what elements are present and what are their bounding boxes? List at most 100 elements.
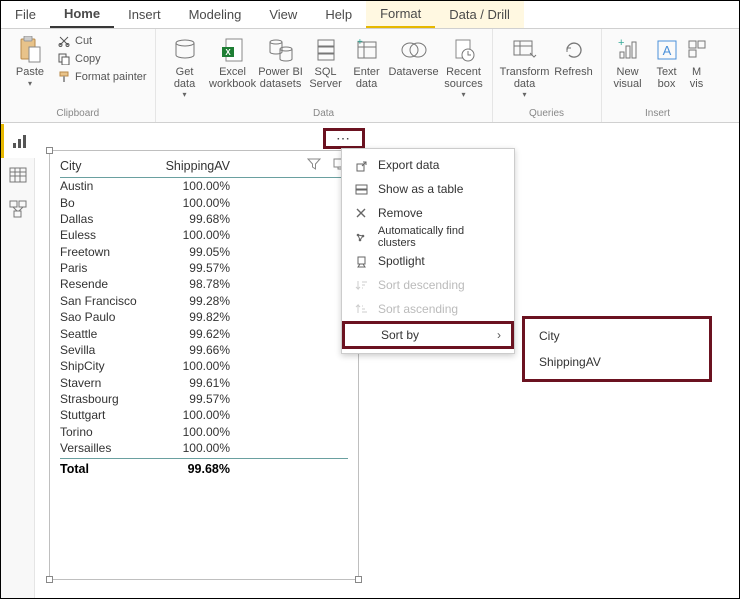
- table-row[interactable]: Versailles100.00%: [60, 440, 348, 456]
- resize-handle[interactable]: [46, 147, 53, 154]
- svg-text:X: X: [225, 48, 231, 57]
- table-row[interactable]: Paris99.57%: [60, 260, 348, 276]
- menu-datadrill[interactable]: Data / Drill: [435, 1, 524, 28]
- pbi-datasets-icon: [266, 35, 296, 65]
- transform-data-icon: [510, 35, 540, 65]
- menu-view[interactable]: View: [255, 1, 311, 28]
- copy-button[interactable]: Copy: [55, 51, 149, 67]
- menu-insert[interactable]: Insert: [114, 1, 175, 28]
- table-header: City ShippingAV: [60, 159, 348, 178]
- cell-city: Euless: [60, 228, 160, 242]
- ctx-remove[interactable]: Remove: [342, 201, 514, 225]
- cut-button[interactable]: Cut: [55, 33, 149, 49]
- header-shippingav[interactable]: ShippingAV: [160, 159, 230, 173]
- clusters-icon: [352, 231, 370, 244]
- table-row[interactable]: Resende98.78%: [60, 276, 348, 292]
- cell-city: Torino: [60, 425, 160, 439]
- cell-shippingav: 98.78%: [160, 277, 230, 291]
- model-view-button[interactable]: [1, 192, 35, 226]
- table-row[interactable]: Austin100.00%: [60, 178, 348, 194]
- report-canvas[interactable]: City ShippingAV Austin100.00%Bo100.00%Da…: [35, 124, 739, 598]
- copy-icon: [57, 52, 71, 66]
- cell-city: Stavern: [60, 376, 160, 390]
- get-data-button[interactable]: Get data ▾: [162, 31, 208, 99]
- filter-icon[interactable]: [306, 156, 322, 172]
- refresh-label: Refresh: [554, 67, 593, 79]
- dataverse-button[interactable]: Dataverse: [388, 31, 440, 79]
- excel-label: Excel workbook: [209, 67, 256, 90]
- table-row[interactable]: Dallas99.68%: [60, 211, 348, 227]
- sql-server-button[interactable]: SQL Server: [306, 31, 346, 90]
- table-row[interactable]: Freetown99.05%: [60, 244, 348, 260]
- header-city[interactable]: City: [60, 159, 160, 173]
- menu-help[interactable]: Help: [311, 1, 366, 28]
- ctx-show-table[interactable]: Show as a table: [342, 177, 514, 201]
- enter-data-button[interactable]: + Enter data: [348, 31, 386, 90]
- ctx-clusters[interactable]: Automatically find clusters: [342, 225, 514, 249]
- table-row[interactable]: Torino100.00%: [60, 424, 348, 440]
- sortby-city[interactable]: City: [525, 323, 709, 349]
- remove-icon: [352, 207, 370, 219]
- table-row[interactable]: San Francisco99.28%: [60, 293, 348, 309]
- ctx-sort-desc: Sort descending: [342, 273, 514, 297]
- table-row[interactable]: Stuttgart100.00%: [60, 407, 348, 423]
- queries-group-label: Queries: [499, 106, 595, 122]
- cell-shippingav: 100.00%: [160, 179, 230, 193]
- export-icon: [352, 159, 370, 172]
- menu-format[interactable]: Format: [366, 1, 435, 28]
- resize-handle[interactable]: [355, 576, 362, 583]
- format-painter-button[interactable]: Format painter: [55, 69, 149, 85]
- cell-city: Freetown: [60, 245, 160, 259]
- refresh-button[interactable]: Refresh: [553, 31, 595, 79]
- table-row[interactable]: Sao Paulo99.82%: [60, 309, 348, 325]
- menu-modeling[interactable]: Modeling: [175, 1, 256, 28]
- ctx-spotlight[interactable]: Spotlight: [342, 249, 514, 273]
- excel-workbook-button[interactable]: X Excel workbook: [210, 31, 256, 90]
- table-row[interactable]: Stavern99.61%: [60, 375, 348, 391]
- ctx-sortby-label: Sort by: [381, 328, 419, 342]
- ctx-sort-by[interactable]: Sort by ›: [342, 321, 514, 349]
- menu-file[interactable]: File: [1, 1, 50, 28]
- table-row[interactable]: ShipCity100.00%: [60, 358, 348, 374]
- cell-city: Austin: [60, 179, 160, 193]
- cell-city: Resende: [60, 277, 160, 291]
- more-options-button[interactable]: ⋯: [323, 128, 365, 149]
- svg-text:+: +: [357, 38, 363, 48]
- new-visual-button[interactable]: + New visual: [608, 31, 648, 90]
- table-row[interactable]: Bo100.00%: [60, 194, 348, 210]
- table-row[interactable]: Seattle99.62%: [60, 325, 348, 341]
- ctx-export-data[interactable]: Export data: [342, 153, 514, 177]
- transform-data-button[interactable]: Transform data ▾: [499, 31, 551, 99]
- format-painter-icon: [57, 70, 71, 84]
- cell-city: Paris: [60, 261, 160, 275]
- resize-handle[interactable]: [46, 576, 53, 583]
- menu-home[interactable]: Home: [50, 1, 114, 28]
- ctx-sortdesc-label: Sort descending: [378, 278, 465, 292]
- enter-label: Enter data: [353, 67, 379, 90]
- text-box-button[interactable]: A Text box: [650, 31, 684, 90]
- table-visual[interactable]: City ShippingAV Austin100.00%Bo100.00%Da…: [49, 150, 359, 580]
- paste-button[interactable]: Paste ▾: [7, 31, 53, 88]
- sortby-shippingav[interactable]: ShippingAV: [525, 349, 709, 375]
- cell-city: Strasbourg: [60, 392, 160, 406]
- clipboard-group-label: Clipboard: [7, 106, 149, 122]
- ribbon-group-queries: Transform data ▾ Refresh Queries: [493, 29, 602, 122]
- data-view-button[interactable]: [1, 158, 35, 192]
- format-painter-label: Format painter: [75, 71, 147, 83]
- table-row[interactable]: Sevilla99.66%: [60, 342, 348, 358]
- cell-city: Bo: [60, 196, 160, 210]
- text-box-icon: A: [652, 35, 682, 65]
- pbi-datasets-button[interactable]: Power BI datasets: [258, 31, 304, 90]
- table-row[interactable]: Strasbourg99.57%: [60, 391, 348, 407]
- more-visuals-button[interactable]: M vis: [686, 31, 708, 90]
- ctx-remove-label: Remove: [378, 206, 423, 220]
- sort-asc-icon: [352, 303, 370, 315]
- cell-shippingav: 100.00%: [160, 425, 230, 439]
- copy-label: Copy: [75, 53, 101, 65]
- report-view-button[interactable]: [1, 124, 35, 158]
- menu-bar: File Home Insert Modeling View Help Form…: [1, 1, 739, 29]
- table-row[interactable]: Euless100.00%: [60, 227, 348, 243]
- recent-sources-button[interactable]: Recent sources ▾: [442, 31, 486, 99]
- ctx-clusters-label: Automatically find clusters: [378, 225, 504, 249]
- view-rail: [1, 124, 35, 598]
